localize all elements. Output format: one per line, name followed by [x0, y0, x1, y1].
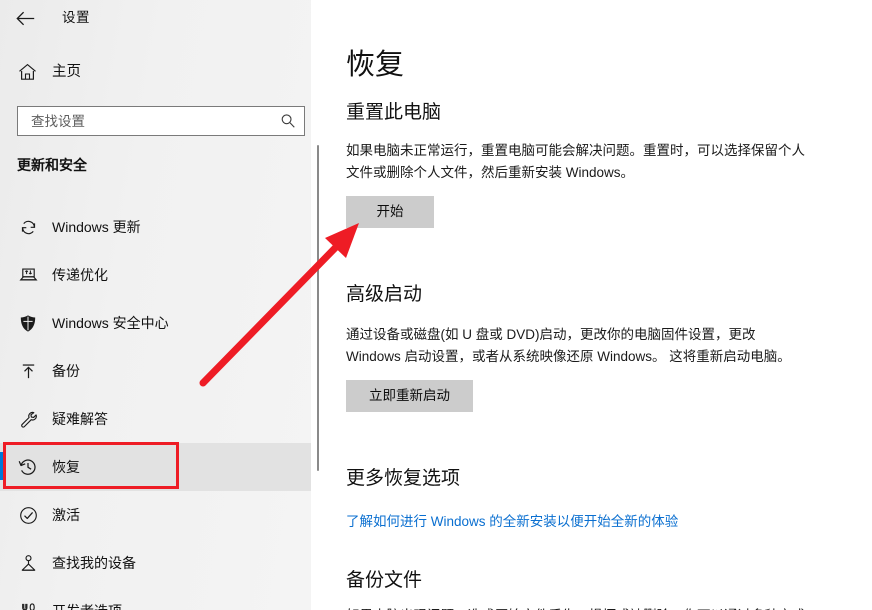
- home-icon: [16, 61, 38, 83]
- sidebar-item-windows-security[interactable]: Windows 安全中心: [0, 299, 311, 347]
- fresh-start-link[interactable]: 了解如何进行 Windows 的全新安装以便开始全新的体验: [346, 514, 678, 529]
- sidebar-item-recovery[interactable]: 恢复: [0, 443, 311, 491]
- button-row: 开始: [346, 196, 846, 228]
- get-started-button[interactable]: 开始: [346, 196, 434, 228]
- title-bar: 设置: [0, 0, 311, 36]
- section-heading: 备份文件: [346, 570, 423, 591]
- sidebar-item-label: 查找我的设备: [52, 555, 136, 571]
- window-title: 设置: [62, 10, 90, 25]
- sidebar-item-troubleshoot[interactable]: 疑难解答: [0, 395, 311, 443]
- search-input[interactable]: [18, 108, 272, 134]
- search-box[interactable]: [17, 106, 305, 136]
- home-label: 主页: [52, 64, 81, 80]
- sidebar-item-label: 恢复: [52, 459, 80, 475]
- sidebar-item-home[interactable]: 主页: [0, 58, 290, 88]
- sidebar-item-label: 传递优化: [52, 267, 108, 283]
- main-content: 恢复 重置此电脑 如果电脑未正常运行，重置电脑可能会解决问题。重置时，可以选择保…: [325, 0, 872, 610]
- sidebar-item-label: Windows 安全中心: [52, 315, 169, 331]
- sidebar-item-label: 激活: [52, 507, 80, 523]
- upload-arrow-icon: [17, 360, 39, 382]
- sidebar-item-label: 备份: [52, 363, 80, 379]
- section-advanced-startup: 高级启动 通过设备或磁盘(如 U 盘或 DVD)启动，更改你的电脑固件设置，更改…: [346, 282, 846, 412]
- back-button[interactable]: [11, 5, 39, 31]
- restart-now-button[interactable]: 立即重新启动: [346, 380, 473, 412]
- wrench-icon: [17, 408, 39, 430]
- section-reset-this-pc: 重置此电脑 如果电脑未正常运行，重置电脑可能会解决问题。重置时，可以选择保留个人…: [346, 100, 846, 228]
- sidebar-item-label: 疑难解答: [52, 411, 108, 427]
- delivery-optimization-icon: [17, 264, 39, 286]
- tools-icon: [17, 600, 39, 610]
- sidebar-item-backup[interactable]: 备份: [0, 347, 311, 395]
- sync-refresh-icon: [17, 216, 39, 238]
- scrollbar-thumb[interactable]: [317, 145, 319, 471]
- check-circle-icon: [17, 504, 39, 526]
- sidebar-category-heading: 更新和安全: [17, 157, 87, 173]
- section-heading: 高级启动: [346, 284, 423, 305]
- sidebar: 设置 主页 查找设置 更新和安全 Windows 更新 传递优化 Windows…: [0, 0, 311, 610]
- find-device-icon: [17, 552, 39, 574]
- vertical-scrollbar[interactable]: [313, 0, 325, 610]
- button-row: 立即重新启动: [346, 380, 846, 412]
- shield-icon: [17, 312, 39, 334]
- sidebar-item-label: Windows 更新: [52, 219, 141, 235]
- sidebar-item-label: 开发者选项: [52, 601, 122, 610]
- section-description: 如果电脑未正常运行，重置电脑可能会解决问题。重置时，可以选择保留个人文件或删除个…: [346, 143, 805, 180]
- sidebar-item-developer-options[interactable]: 开发者选项: [0, 587, 311, 610]
- page-title: 恢复: [346, 49, 405, 81]
- sidebar-nav-list: Windows 更新 传递优化 Windows 安全中心 备份 疑难解答 恢复 …: [0, 203, 311, 610]
- sidebar-item-windows-update[interactable]: Windows 更新: [0, 203, 311, 251]
- back-arrow-icon: [15, 11, 34, 25]
- section-backup-files: 备份文件 如果电脑出现问题，造成原始文件丢失、损坏或被删除，你可以通过多种方式备…: [346, 568, 846, 610]
- sidebar-item-find-my-device[interactable]: 查找我的设备: [0, 539, 311, 587]
- sidebar-item-activation[interactable]: 激活: [0, 491, 311, 539]
- settings-window: 设置 主页 查找设置 更新和安全 Windows 更新 传递优化 Windows…: [0, 0, 872, 610]
- section-description: 如果电脑出现问题，造成原始文件丢失、损坏或被删除，你可以通过多种方式备份和还: [346, 605, 808, 610]
- sidebar-item-delivery-optimization[interactable]: 传递优化: [0, 251, 311, 299]
- section-more-recovery-options: 更多恢复选项 了解如何进行 Windows 的全新安装以便开始全新的体验: [346, 466, 846, 532]
- link-row: 了解如何进行 Windows 的全新安装以便开始全新的体验: [346, 512, 846, 532]
- section-description: 通过设备或磁盘(如 U 盘或 DVD)启动，更改你的电脑固件设置，更改 Wind…: [346, 327, 791, 364]
- search-icon: [272, 107, 304, 135]
- history-clock-icon: [17, 456, 39, 478]
- section-heading: 重置此电脑: [346, 102, 442, 123]
- section-heading: 更多恢复选项: [346, 468, 461, 489]
